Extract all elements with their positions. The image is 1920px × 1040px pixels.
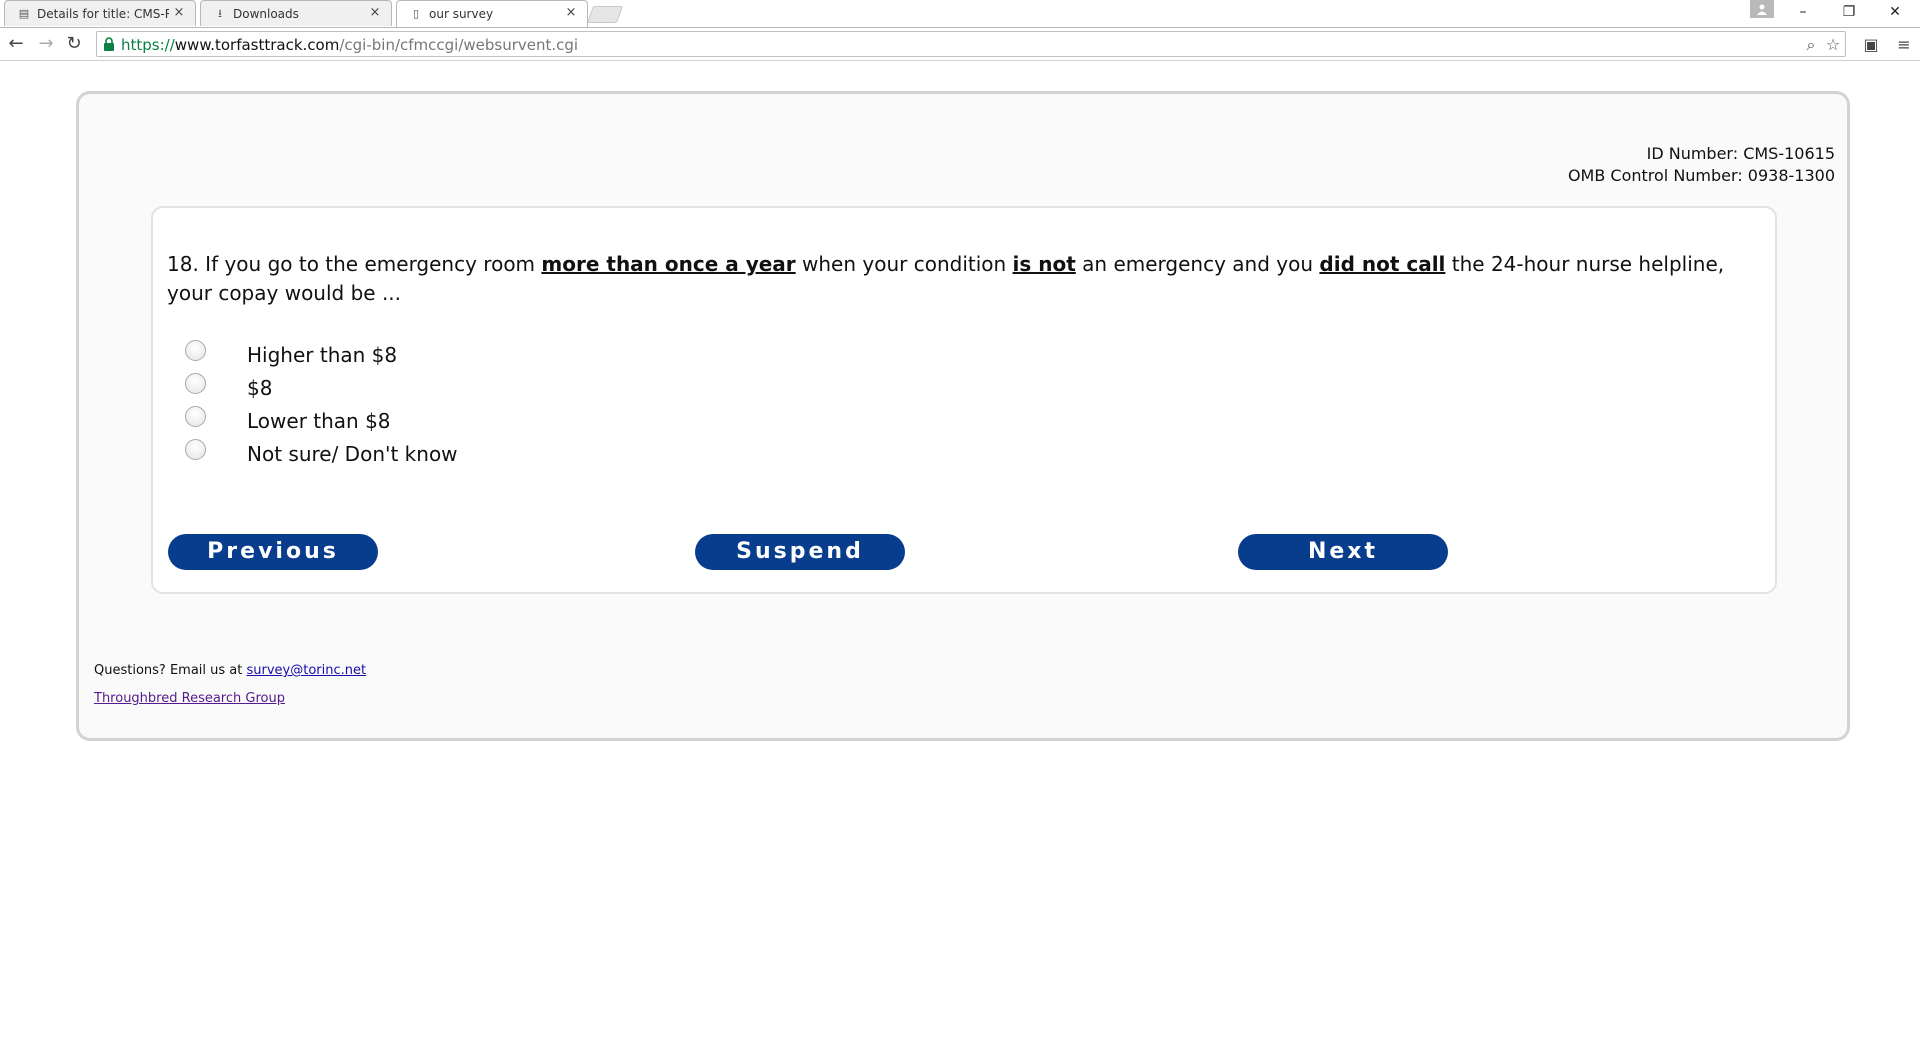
- tab-strip: ▤ Details for title: CMS-R-24 × ⭳ Downlo…: [0, 0, 1920, 27]
- option-label: Higher than $8: [247, 343, 398, 367]
- menu-icon[interactable]: ≡: [1893, 34, 1915, 56]
- question-part: 18. If you go to the emergency room: [167, 252, 542, 276]
- next-button[interactable]: Next: [1238, 534, 1448, 570]
- survey-footer: Questions? Email us at survey@torinc.net…: [94, 662, 366, 708]
- tab-close-icon[interactable]: ×: [171, 5, 187, 21]
- window-close-icon[interactable]: ✕: [1872, 0, 1918, 24]
- tab-title: our survey: [429, 7, 494, 21]
- zoom-icon[interactable]: ⌕: [1801, 35, 1821, 55]
- option-label: $8: [247, 376, 273, 400]
- restore-icon[interactable]: ❐: [1826, 0, 1872, 24]
- question-part: an emergency and you: [1075, 252, 1320, 276]
- org-link[interactable]: Throughbred Research Group: [94, 690, 366, 708]
- tab-close-icon[interactable]: ×: [563, 5, 579, 21]
- option-label: Not sure/ Don't know: [247, 442, 458, 466]
- option-lower-than-8[interactable]: Lower than $8: [185, 406, 585, 439]
- question-emphasis: is not: [1012, 252, 1076, 276]
- radio-button[interactable]: [185, 406, 206, 427]
- back-icon[interactable]: ←: [4, 32, 28, 56]
- option-label: Lower than $8: [247, 409, 391, 433]
- reload-icon[interactable]: ↻: [62, 32, 86, 56]
- radio-button[interactable]: [185, 439, 206, 460]
- id-number: ID Number: CMS-10615: [1646, 144, 1835, 163]
- profile-icon[interactable]: [1750, 0, 1774, 18]
- answer-options: Higher than $8 $8 Lower than $8 Not sure…: [185, 340, 585, 472]
- omb-control-number: OMB Control Number: 0938-1300: [1567, 166, 1835, 185]
- tab-our-survey[interactable]: ▯ our survey ×: [396, 0, 588, 27]
- question-text: 18. If you go to the emergency room more…: [167, 250, 1757, 308]
- option-higher-than-8[interactable]: Higher than $8: [185, 340, 585, 373]
- questions-text: Questions? Email us at: [94, 663, 247, 678]
- email-link[interactable]: survey@torinc.net: [247, 663, 367, 678]
- form-ids: ID Number: CMS-10615 OMB Control Number:…: [1568, 143, 1835, 187]
- forward-icon[interactable]: →: [34, 32, 58, 56]
- tab-title: Details for title: CMS-R-24: [37, 7, 169, 21]
- question-emphasis: did not call: [1319, 252, 1446, 276]
- question-emphasis: more than once a year: [541, 252, 796, 276]
- new-tab-button[interactable]: [586, 6, 624, 23]
- address-bar[interactable]: https://www.torfasttrack.com/cgi-bin/cfm…: [96, 31, 1846, 57]
- minimize-icon[interactable]: –: [1780, 0, 1826, 24]
- question-card: 18. If you go to the emergency room more…: [151, 206, 1777, 594]
- lock-icon: [104, 37, 114, 51]
- url-path: /cgi-bin/cfmccgi/websurvent.cgi: [339, 36, 579, 54]
- option-not-sure[interactable]: Not sure/ Don't know: [185, 439, 585, 472]
- question-part: when your condition: [795, 252, 1013, 276]
- tab-downloads[interactable]: ⭳ Downloads ×: [200, 0, 392, 26]
- previous-button[interactable]: Previous: [168, 534, 378, 570]
- suspend-button[interactable]: Suspend: [695, 534, 905, 570]
- radio-button[interactable]: [185, 373, 206, 394]
- option-8[interactable]: $8: [185, 373, 585, 406]
- tab-close-icon[interactable]: ×: [367, 5, 383, 21]
- url-text: https://www.torfasttrack.com/cgi-bin/cfm…: [121, 36, 578, 54]
- survey-container: ID Number: CMS-10615 OMB Control Number:…: [76, 91, 1850, 741]
- tab-cms-details[interactable]: ▤ Details for title: CMS-R-24 ×: [4, 0, 196, 26]
- download-icon: ⭳: [218, 7, 222, 20]
- radio-button[interactable]: [185, 340, 206, 361]
- tab-title: Downloads: [233, 7, 299, 21]
- url-host: www.torfasttrack.com: [174, 36, 340, 54]
- cms-favicon-icon: ▤: [18, 7, 30, 20]
- page-icon: ▯: [412, 7, 420, 20]
- url-scheme: https://: [121, 36, 175, 54]
- browser-toolbar: ← → ↻ https://www.torfasttrack.com/cgi-b…: [0, 27, 1920, 61]
- extension-icon[interactable]: ▣: [1860, 34, 1882, 56]
- bookmark-star-icon[interactable]: ☆: [1823, 35, 1843, 55]
